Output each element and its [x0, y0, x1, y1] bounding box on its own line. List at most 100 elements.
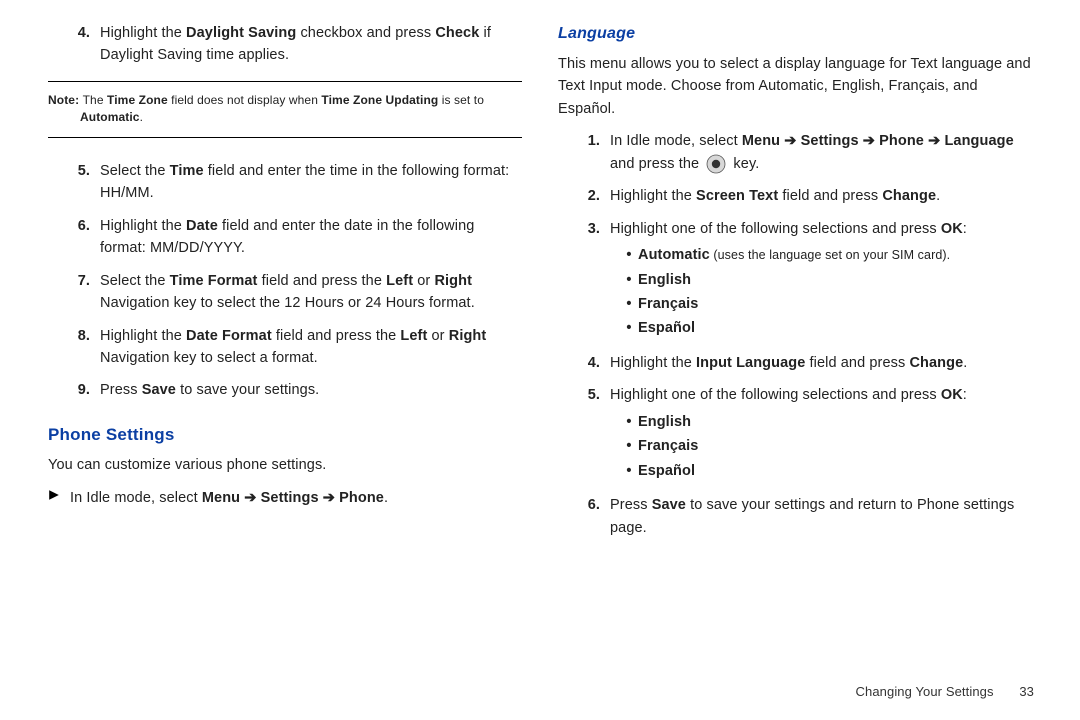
bullet-icon: •: [620, 435, 638, 457]
step-5: 5. Select the Time field and enter the t…: [48, 160, 522, 205]
text: Navigation key to select the 12 Hours or…: [100, 295, 475, 311]
bold-text: Time Zone Updating: [321, 93, 438, 107]
step-8: 8. Highlight the Date Format field and p…: [48, 325, 522, 370]
language-heading: Language: [558, 22, 1032, 47]
text: (uses the language set on your SIM card)…: [710, 248, 950, 262]
bold-text: Français: [638, 293, 698, 315]
text: Highlight the: [610, 355, 696, 371]
note-label: Note:: [48, 93, 83, 107]
step-number: 1.: [558, 130, 610, 175]
bold-text: Screen Text: [696, 188, 778, 204]
step-body: Highlight the Daylight Saving checkbox a…: [100, 22, 522, 67]
bold-text: OK: [941, 221, 963, 237]
bold-text: Save: [142, 382, 176, 398]
step-number: 5.: [558, 384, 610, 490]
step-6: 6. Highlight the Date field and enter th…: [48, 215, 522, 260]
bold-text: Menu ➔ Settings ➔ Phone ➔ Language: [742, 133, 1014, 149]
bold-text: OK: [941, 387, 963, 403]
step-body: Highlight the Date field and enter the d…: [100, 215, 522, 260]
bold-text: Menu ➔ Settings ➔ Phone: [202, 490, 384, 506]
phone-settings-intro: You can customize various phone settings…: [48, 454, 522, 476]
text: field and press the: [272, 328, 401, 344]
bold-text: Time Format: [170, 273, 258, 289]
bullet-icon: •: [620, 411, 638, 433]
option-francais: •Français: [620, 293, 1032, 315]
phone-settings-nav: In Idle mode, select Menu ➔ Settings ➔ P…: [48, 487, 522, 509]
bullet-icon: •: [620, 317, 638, 339]
bold-text: Español: [638, 317, 695, 339]
bold-text: Save: [652, 497, 686, 513]
right-column: Language This menu allows you to select …: [540, 22, 1040, 549]
step-9: 9. Press Save to save your settings.: [48, 379, 522, 401]
language-intro: This menu allows you to select a display…: [558, 53, 1032, 120]
step-body: Highlight one of the following selection…: [610, 384, 1032, 490]
step-number: 6.: [48, 215, 100, 260]
text: or: [427, 328, 448, 344]
bullet-icon: •: [620, 293, 638, 315]
text: Select the: [100, 163, 170, 179]
text: .: [384, 490, 388, 506]
step-body: In Idle mode, select Menu ➔ Settings ➔ P…: [610, 130, 1032, 175]
footer-section: Changing Your Settings: [856, 684, 994, 699]
bold-text: English: [638, 269, 691, 291]
screen-text-options: •Automatic (uses the language set on you…: [610, 244, 1032, 340]
text: field and press: [805, 355, 909, 371]
page: 4. Highlight the Daylight Saving checkbo…: [0, 0, 1080, 559]
text: Highlight one of the following selection…: [610, 221, 941, 237]
note-box: Note: The Time Zone field does not displ…: [48, 81, 522, 138]
bold-text: Time Zone: [107, 93, 168, 107]
text: .: [936, 188, 940, 204]
text: In Idle mode, select: [610, 133, 742, 149]
text: Press: [100, 382, 142, 398]
step-number: 4.: [558, 352, 610, 374]
text: and press the: [610, 156, 703, 172]
bold-text: Daylight Saving: [186, 25, 296, 41]
step-body: Highlight the Input Language field and p…: [610, 352, 1032, 374]
step-body: Highlight the Screen Text field and pres…: [610, 185, 1032, 207]
bold-text: Left: [386, 273, 413, 289]
text: .: [963, 355, 967, 371]
text: checkbox and press: [296, 25, 435, 41]
step-number: 8.: [48, 325, 100, 370]
step-number: 7.: [48, 270, 100, 315]
text: to save your settings.: [176, 382, 319, 398]
text: Press: [610, 497, 652, 513]
input-language-options: •English •Français •Español: [610, 411, 1032, 482]
step-body: Press Save to save your settings.: [100, 379, 522, 401]
step-number: 4.: [48, 22, 100, 67]
page-footer: Changing Your Settings 33: [856, 682, 1034, 702]
bold-text: Check: [435, 25, 479, 41]
phone-settings-heading: Phone Settings: [48, 422, 522, 448]
lang-step-1: 1. In Idle mode, select Menu ➔ Settings …: [558, 130, 1032, 175]
lang-step-4: 4. Highlight the Input Language field an…: [558, 352, 1032, 374]
option-francais: •Français: [620, 435, 1032, 457]
bold-text: Time: [170, 163, 204, 179]
text: Highlight one of the following selection…: [610, 387, 941, 403]
step-body: Select the Time Format field and press t…: [100, 270, 522, 315]
triangle-icon: [48, 487, 70, 501]
bold-text: Right: [449, 328, 487, 344]
bullet-icon: •: [620, 244, 638, 266]
text: key.: [729, 156, 759, 172]
option-espanol: •Español: [620, 460, 1032, 482]
lang-step-3: 3. Highlight one of the following select…: [558, 218, 1032, 348]
bold-text: English: [638, 411, 691, 433]
nav-text: In Idle mode, select Menu ➔ Settings ➔ P…: [70, 487, 388, 509]
step-7: 7. Select the Time Format field and pres…: [48, 270, 522, 315]
text: field and press the: [257, 273, 386, 289]
text: Highlight the: [100, 25, 186, 41]
ok-key-icon: [706, 154, 726, 174]
text: Highlight the: [610, 188, 696, 204]
step-body: Press Save to save your settings and ret…: [610, 494, 1032, 539]
option-english: •English: [620, 411, 1032, 433]
option-espanol: •Español: [620, 317, 1032, 339]
text: field and press: [778, 188, 882, 204]
footer-page-number: 33: [1019, 684, 1034, 699]
step-number: 3.: [558, 218, 610, 348]
text: The: [83, 93, 107, 107]
bold-text: Date: [186, 218, 218, 234]
bold-text: Change: [909, 355, 963, 371]
step-body: Highlight one of the following selection…: [610, 218, 1032, 348]
bold-text: Français: [638, 435, 698, 457]
text: is set to: [438, 93, 484, 107]
